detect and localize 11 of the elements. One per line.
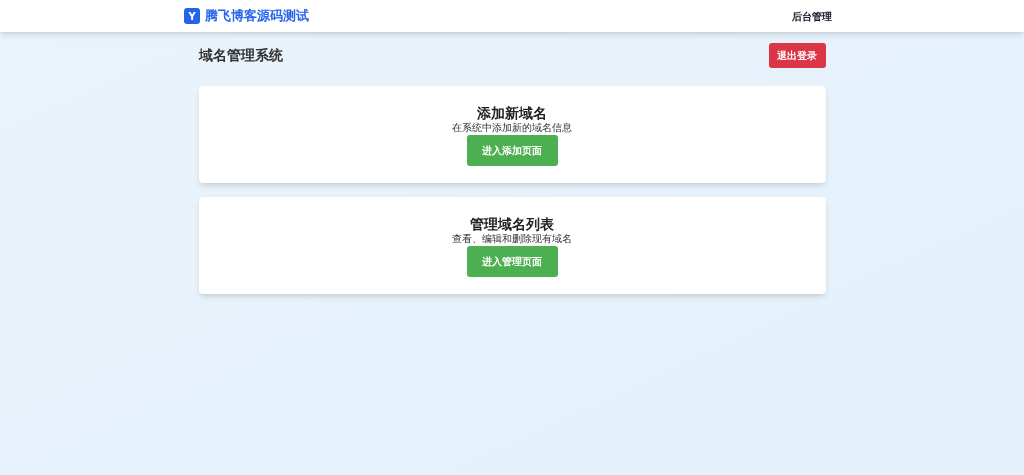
enter-button[interactable]: 进入添加页面 xyxy=(466,135,558,166)
nav-link[interactable]: 后台管理 xyxy=(792,8,840,24)
site-title[interactable]: 腾飞博客源码测试 xyxy=(205,6,309,26)
card-title: 添加新域名 xyxy=(477,104,547,122)
card-description: 查看、编辑和删除现有域名 xyxy=(452,233,572,245)
card-description: 在系统中添加新的域名信息 xyxy=(452,122,572,134)
enter-button[interactable]: 进入管理页面 xyxy=(466,246,558,277)
card-title: 管理域名列表 xyxy=(470,215,554,233)
logout-button[interactable]: 退出登录 xyxy=(768,43,826,68)
logo-icon: Y xyxy=(184,8,200,24)
page-title: 域名管理系统 xyxy=(198,46,283,65)
